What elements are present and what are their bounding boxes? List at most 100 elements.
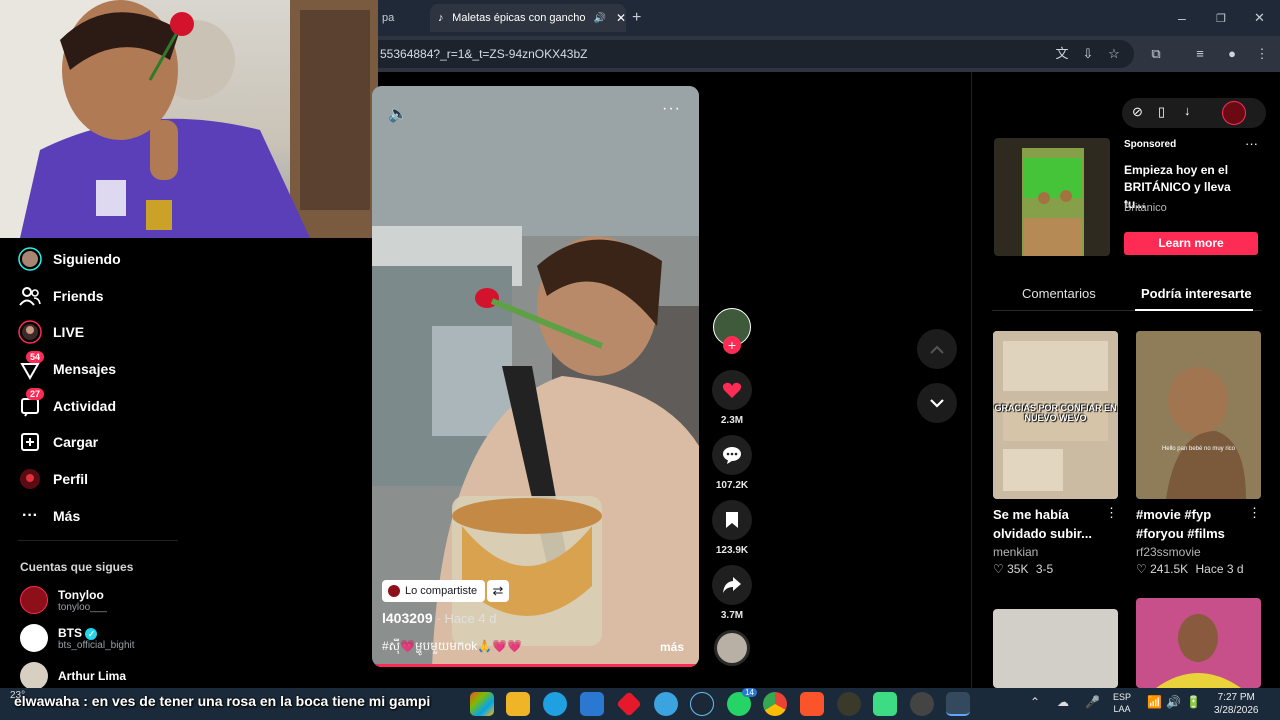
nav-friends[interactable]: Friends: [18, 282, 104, 310]
ad-thumbnail[interactable]: [994, 138, 1110, 256]
account-name: BTS ✓: [58, 626, 135, 640]
follow-plus-icon[interactable]: +: [723, 336, 741, 354]
share-arrow-icon[interactable]: [712, 565, 752, 605]
browser-tab-bar: pa ♪ Maletas épicas con gancho 🔊 ✕ + – ❐…: [378, 0, 1280, 36]
nav-mas[interactable]: ··· Más: [18, 502, 80, 530]
download-icon[interactable]: ↓: [1184, 103, 1191, 118]
card-user[interactable]: rf23ssmovie: [1136, 545, 1201, 559]
extensions-icon[interactable]: ⧉: [1146, 44, 1166, 64]
creator-avatar-button[interactable]: +: [711, 308, 753, 354]
nav-mensajes[interactable]: 54 Mensajes: [18, 351, 116, 383]
music-disc-icon: [714, 630, 750, 666]
card-title[interactable]: Se me había olvidado subir...: [993, 505, 1113, 543]
next-video-button[interactable]: [917, 383, 957, 423]
new-tab-button[interactable]: +: [632, 4, 652, 32]
menu-kebab-icon[interactable]: ⋮: [1252, 44, 1272, 64]
caption-more-link[interactable]: más: [660, 640, 684, 654]
account-tonyloo[interactable]: Tonyloo tonyloo___: [20, 586, 107, 614]
comment-count: 107.2K: [715, 480, 749, 491]
share-action[interactable]: 3.7M: [711, 565, 753, 621]
nav-label: Actividad: [53, 398, 117, 414]
ad-options-icon[interactable]: ···: [1245, 136, 1258, 151]
card-options-icon[interactable]: ⋮: [1248, 505, 1261, 521]
video-player[interactable]: 🔈 ··· Lo compartiste ⇄ l403209 · Hace 4 …: [372, 86, 699, 667]
app-icon[interactable]: [837, 692, 861, 716]
android-app-icon[interactable]: [873, 692, 897, 716]
heart-icon[interactable]: [712, 370, 752, 410]
like-action[interactable]: 2.3M: [711, 370, 753, 426]
store-icon[interactable]: [580, 692, 604, 716]
repost-icon[interactable]: ⇄: [487, 580, 509, 602]
chat-app-icon[interactable]: [654, 692, 678, 716]
tab-previous[interactable]: pa: [382, 4, 422, 32]
steam-icon[interactable]: [690, 692, 714, 716]
video-card-thumbnail[interactable]: [1136, 598, 1261, 688]
nav-live[interactable]: LIVE: [18, 318, 84, 346]
phone-icon[interactable]: ▯: [1158, 104, 1165, 120]
chrome-active-icon[interactable]: [946, 692, 970, 716]
account-bts[interactable]: BTS ✓ bts_official_bighit: [20, 624, 135, 652]
copilot-icon[interactable]: [470, 692, 494, 716]
volume-icon[interactable]: 🔈: [388, 104, 408, 124]
tab-close-icon[interactable]: ✕: [616, 11, 626, 25]
following-heading: Cuentas que sigues: [20, 560, 134, 574]
music-disc-button[interactable]: [711, 630, 753, 666]
bookmark-star-icon[interactable]: ☆: [1104, 44, 1124, 64]
media-icon[interactable]: ≡: [1190, 44, 1210, 64]
edge-icon[interactable]: [543, 692, 567, 716]
video-progress-bar[interactable]: [372, 664, 699, 667]
mic-icon[interactable]: 🎤: [1085, 695, 1100, 709]
brave-icon[interactable]: [800, 692, 824, 716]
language-indicator[interactable]: ESP LAA: [1113, 691, 1131, 715]
video-options-icon[interactable]: ···: [662, 100, 681, 118]
video-author[interactable]: l403209: [382, 610, 433, 626]
cloud-icon[interactable]: ☁: [1057, 695, 1069, 709]
comment-icon[interactable]: [712, 435, 752, 475]
battery-icon[interactable]: 🔋: [1186, 695, 1201, 709]
webcam-overlay: [0, 0, 378, 238]
compass-icon[interactable]: ⊘: [1132, 104, 1143, 120]
tray-chevron-icon[interactable]: ⌃: [1030, 695, 1040, 709]
user-avatar[interactable]: [1222, 101, 1246, 125]
nav-cargar[interactable]: Cargar: [18, 428, 98, 456]
translate-icon[interactable]: 文: [1052, 44, 1072, 64]
wifi-icon[interactable]: 📶: [1147, 695, 1162, 709]
video-card-thumbnail[interactable]: Hello pan bebé no muy rico: [1136, 331, 1261, 499]
video-card-thumbnail[interactable]: GRACIAS POR CONFIAR EN NUEVO WEVO: [993, 331, 1118, 499]
card-overlay-text: Hello pan bebé no muy rico: [1161, 446, 1236, 452]
profile-icon[interactable]: ●: [1222, 44, 1242, 64]
volume-tray-icon[interactable]: 🔊: [1166, 695, 1181, 709]
nav-actividad[interactable]: 27 Actividad: [18, 388, 117, 420]
card-title[interactable]: #movie #fyp #foryou #films: [1136, 505, 1256, 543]
tab-active[interactable]: ♪ Maletas épicas con gancho 🔊 ✕: [430, 4, 626, 32]
bookmark-icon[interactable]: [712, 500, 752, 540]
file-explorer-icon[interactable]: [506, 692, 530, 716]
whatsapp-icon[interactable]: 14: [727, 688, 757, 716]
previous-video-button[interactable]: [917, 329, 957, 369]
card-user[interactable]: menkian: [993, 545, 1038, 559]
nav-perfil[interactable]: Perfil: [18, 465, 88, 493]
speaker-icon[interactable]: 🔊: [593, 13, 605, 24]
card-options-icon[interactable]: ⋮: [1105, 505, 1118, 521]
account-handle: tonyloo___: [58, 601, 107, 613]
anydesk-icon[interactable]: [616, 691, 642, 717]
minimize-button[interactable]: –: [1178, 4, 1194, 32]
chrome-icon[interactable]: [763, 692, 787, 716]
url-bar[interactable]: 55364884?_r=1&_t=ZS-94znOKX43bZ 文 ⇩ ☆: [378, 40, 1134, 68]
obs-icon[interactable]: [910, 692, 934, 716]
install-icon[interactable]: ⇩: [1078, 44, 1098, 64]
tab-podria-interesarte[interactable]: Podría interesarte: [1141, 286, 1252, 301]
friends-icon: [18, 284, 42, 308]
card-likes: 241.5K: [1150, 562, 1189, 576]
tab-comentarios[interactable]: Comentarios: [1022, 286, 1096, 301]
save-action[interactable]: 123.9K: [711, 500, 753, 556]
account-arthur-lima[interactable]: Arthur Lima: [20, 662, 126, 690]
nav-siguiendo[interactable]: Siguiendo: [18, 245, 121, 273]
clock[interactable]: 7:27 PM 3/28/2026: [1214, 691, 1259, 717]
video-card-thumbnail[interactable]: [993, 609, 1118, 688]
maximize-button[interactable]: ❐: [1216, 4, 1232, 32]
comment-action[interactable]: 107.2K: [711, 435, 753, 491]
close-window-button[interactable]: ✕: [1254, 4, 1270, 32]
tiktok-favicon-icon: ♪: [438, 12, 444, 24]
learn-more-button[interactable]: Learn more: [1124, 232, 1258, 255]
